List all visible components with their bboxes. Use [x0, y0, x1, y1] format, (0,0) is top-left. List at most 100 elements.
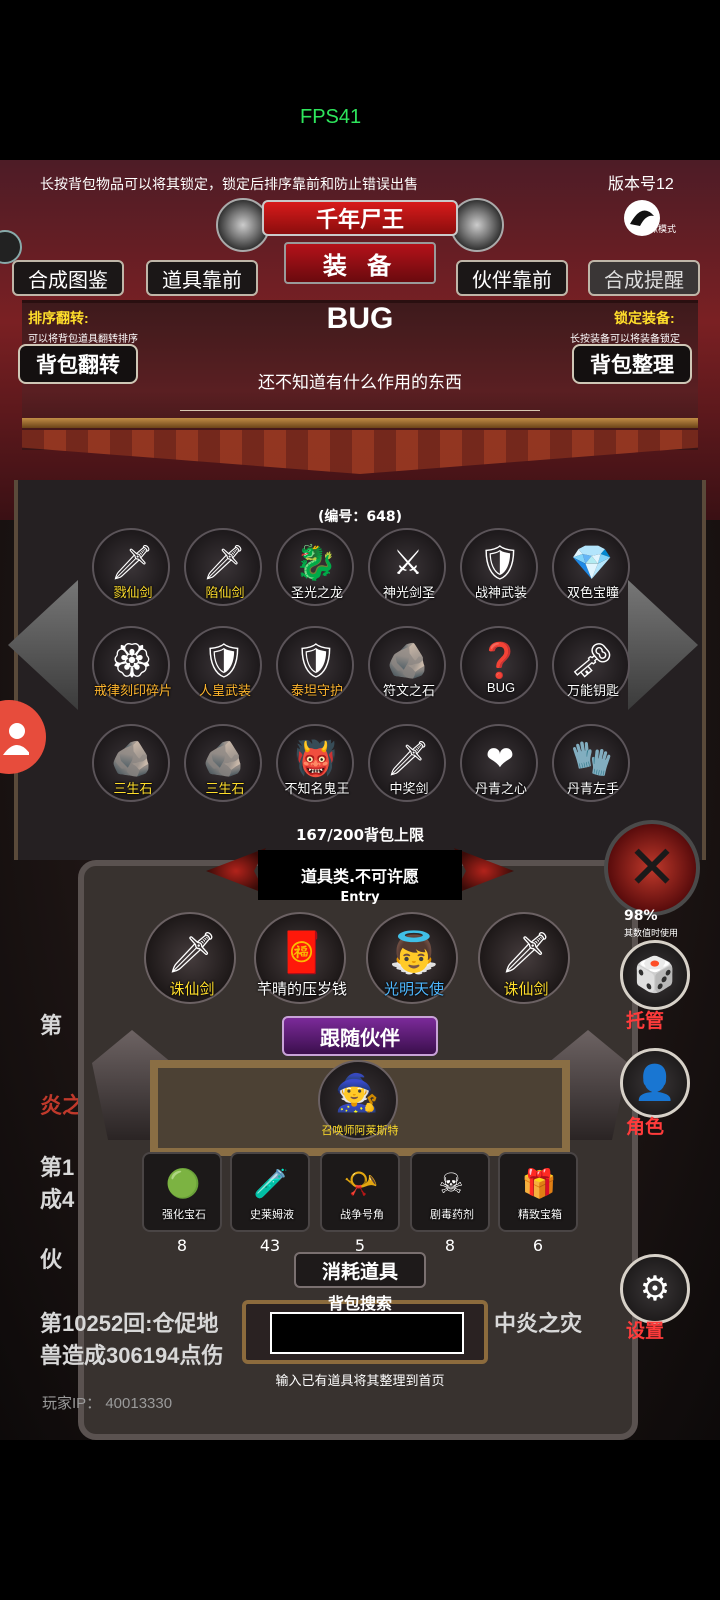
- log-line-4: 伙: [40, 1247, 63, 1272]
- follow-partner-title: 跟随伙伴: [282, 1016, 438, 1056]
- entry-slot[interactable]: 🧧 芊晴的压岁钱: [254, 912, 347, 1004]
- auto-manage-label: 托管: [626, 1011, 665, 1032]
- armor-icon: 🛡: [202, 641, 246, 681]
- gear-icon: ⚙: [639, 1269, 671, 1309]
- inventory-slot[interactable]: 🪨 三生石: [184, 724, 262, 802]
- inventory-slot[interactable]: 🪨 三生石: [92, 724, 170, 802]
- consumable-slot-label: 精致宝箱: [518, 1209, 562, 1221]
- auto-manage-button[interactable]: 🎲: [620, 940, 690, 1010]
- tab-partners-first[interactable]: 伙伴靠前: [456, 260, 568, 296]
- inventory-slot[interactable]: 🐉 圣光之龙: [276, 528, 354, 606]
- sword-icon: 🗡: [386, 739, 430, 779]
- auto-percent: 98%: [624, 908, 658, 924]
- inventory-slot-label: 双色宝瞳: [566, 585, 619, 600]
- seal-icon: 🏵: [110, 641, 154, 681]
- sword-icon: 🗡: [202, 543, 246, 583]
- armor-icon: 🛡: [478, 543, 522, 583]
- consumable-count: 6: [532, 1236, 544, 1255]
- stone-icon: 🪨: [110, 739, 154, 779]
- role-label: 角色: [626, 1117, 665, 1138]
- inventory-slot[interactable]: ⚔ 神光剑圣: [368, 528, 446, 606]
- settings-button[interactable]: ⚙: [620, 1254, 690, 1324]
- lock-tip-text: 长按背包物品可以将其锁定，锁定后排序靠前和防止错误出售: [40, 176, 418, 192]
- entry-slot[interactable]: 🗡 诛仙剑: [478, 912, 570, 1004]
- hooded-figure-icon: 👤: [633, 1063, 677, 1103]
- inventory-slot-label: 三生石: [205, 781, 245, 796]
- tab-synthesis-reminder[interactable]: 合成提醒: [588, 260, 700, 296]
- consumables-title: 消耗道具: [294, 1252, 426, 1288]
- inventory-slot[interactable]: 🛡 泰坦守护: [276, 626, 354, 704]
- hand-icon: 🧤: [570, 739, 614, 779]
- inventory-slot-label: 陷仙剑: [205, 585, 245, 600]
- ghost-icon: 👹: [294, 739, 338, 779]
- inventory-slot-label: 神光剑圣: [382, 585, 435, 600]
- tab-items-first[interactable]: 道具靠前: [146, 260, 258, 296]
- angel-icon: 👼: [389, 929, 439, 976]
- consumable-slot-label: 史莱姆液: [250, 1209, 294, 1221]
- buff-mode-label: 炼狱模式: [640, 225, 677, 235]
- heart-icon: ❤: [485, 739, 515, 779]
- game-screen: 长按背包物品可以将其锁定，锁定后排序靠前和防止错误出售 版本号12 炼狱模式 千…: [0, 160, 720, 1440]
- inventory-slot[interactable]: ❤ 丹青之心: [460, 724, 538, 802]
- inventory-slot-label: 不知名鬼王: [284, 781, 350, 796]
- entry-slot-label: 诛仙剑: [503, 981, 549, 998]
- horn-icon: 📯: [343, 1166, 379, 1200]
- item-code: (编号：648): [317, 509, 403, 525]
- entry-slot[interactable]: 👼 光明天使: [366, 912, 458, 1004]
- inventory-slot[interactable]: 🛡 战神武装: [460, 528, 538, 606]
- selected-item-name: BUG: [326, 302, 394, 335]
- dice-icon: 🎲: [633, 955, 677, 995]
- consumable-slot[interactable]: ☠ 剧毒药剂: [410, 1152, 490, 1232]
- entry-slot[interactable]: 🗡 诛仙剑: [144, 912, 236, 1004]
- summoner-icon: 🧙: [334, 1073, 380, 1114]
- search-title: 背包搜索: [327, 1294, 392, 1313]
- inventory-slot[interactable]: ❓ BUG: [460, 626, 538, 704]
- consumable-count: 43: [259, 1236, 281, 1255]
- gem-icon: 💎: [570, 543, 614, 583]
- inventory-slot-label: 戮仙剑: [113, 585, 153, 600]
- log-line-1: 第: [40, 1013, 63, 1038]
- inventory-slot[interactable]: 🗡 中奖剑: [368, 724, 446, 802]
- question-icon: ❓: [478, 641, 522, 681]
- version-label: 版本号12: [608, 176, 674, 193]
- tab-synthesis-book[interactable]: 合成图鉴: [12, 260, 124, 296]
- navigation-bar-area: [0, 1440, 720, 1600]
- inventory-slot-label: BUG: [486, 680, 516, 695]
- log-line-3a: 第1: [40, 1155, 75, 1180]
- consumable-slot-label: 剧毒药剂: [430, 1209, 474, 1221]
- inventory-slot[interactable]: 🏵 戒律刻印碎片: [92, 626, 172, 704]
- close-button[interactable]: ✕: [604, 820, 700, 916]
- consumable-slot[interactable]: 🧪 史莱姆液: [230, 1152, 310, 1232]
- settings-label: 设置: [626, 1321, 665, 1342]
- inventory-slot[interactable]: 🛡 人皇武装: [184, 626, 262, 704]
- inventory-slot[interactable]: 👹 不知名鬼王: [276, 724, 354, 802]
- log-line-6: 兽造成306194点伤: [40, 1343, 224, 1368]
- status-bar-area: FPS41: [0, 0, 720, 160]
- inventory-slot[interactable]: 💎 双色宝瞳: [552, 528, 630, 606]
- role-button[interactable]: 👤: [620, 1048, 690, 1118]
- partner-name: 召唤师阿莱斯特: [321, 1124, 399, 1137]
- log-line-3b: 成4: [40, 1187, 75, 1212]
- inventory-slot[interactable]: 🗡 戮仙剑: [92, 528, 170, 606]
- consumable-count: 8: [444, 1236, 456, 1255]
- auto-percent-desc: 其数值时使用: [624, 929, 679, 939]
- consumable-count: 8: [176, 1236, 188, 1255]
- shield-icon: 🛡: [294, 641, 338, 681]
- consumable-slot[interactable]: 📯 战争号角: [320, 1152, 400, 1232]
- rune-icon: 🪨: [386, 641, 430, 681]
- inventory-slot-label: 三生石: [113, 781, 153, 796]
- inventory-slot-label: 战神武装: [474, 585, 527, 600]
- sword-icon: 🗡: [110, 543, 154, 583]
- consumable-slot[interactable]: 🟢 强化宝石: [142, 1152, 222, 1232]
- selected-item-desc: 还不知道有什么作用的东西: [258, 373, 462, 392]
- consumable-slot[interactable]: 🎁 精致宝箱: [498, 1152, 578, 1232]
- inventory-slot[interactable]: 🗝 万能钥匙: [552, 626, 630, 704]
- key-icon: 🗝: [570, 641, 614, 681]
- boss-title-plate: 千年尸王: [262, 200, 458, 236]
- inventory-slot[interactable]: 🧤 丹青左手: [552, 724, 630, 802]
- inventory-slot[interactable]: 🗡 陷仙剑: [184, 528, 262, 606]
- user-icon: [3, 723, 29, 755]
- bag-search-input[interactable]: [270, 1312, 464, 1354]
- fps-counter: FPS41: [300, 106, 362, 128]
- inventory-slot[interactable]: 🪨 符文之石: [368, 626, 446, 704]
